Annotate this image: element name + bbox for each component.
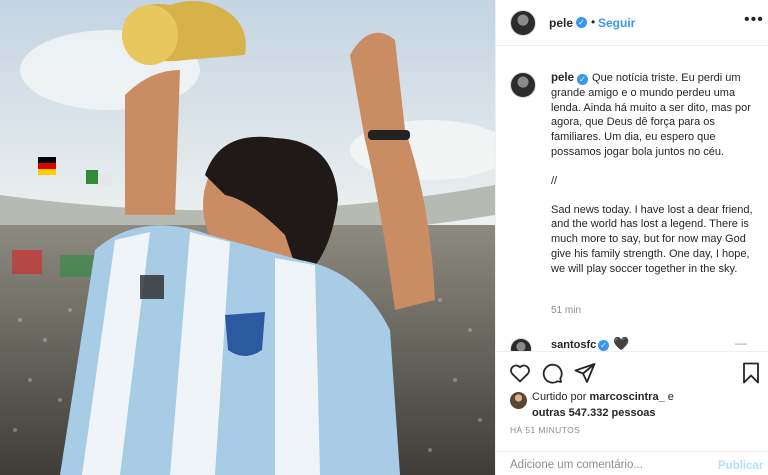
commenter-avatar[interactable] (510, 338, 532, 351)
post-timestamp[interactable]: HÁ 51 MINUTOS (510, 425, 580, 435)
comment-icon[interactable] (540, 361, 564, 385)
more-options-icon[interactable]: ••• (744, 11, 764, 29)
likes-count[interactable]: outras 547.332 pessoas (532, 407, 656, 419)
post-header: pele ✓ • Seguir ••• (496, 0, 768, 46)
post-photo[interactable] (0, 0, 495, 475)
verified-badge-icon: ✓ (576, 17, 587, 28)
bookmark-icon[interactable] (739, 361, 763, 385)
caption-separator: // (551, 174, 558, 187)
header-separator: • (591, 15, 596, 29)
add-comment-bar: Publicar (496, 451, 768, 475)
caption-username[interactable]: pele (551, 72, 574, 84)
caption-time: 51 min (551, 305, 582, 316)
comment-input[interactable] (510, 457, 700, 473)
post-side-panel: pele ✓ • Seguir ••• pele ✓ Que notícia tri… (495, 0, 768, 475)
comment-item: santosfc ✓ 🖤 — (496, 335, 768, 351)
heart-icon[interactable] (508, 361, 532, 385)
share-icon[interactable] (573, 361, 597, 385)
likes-line-2: outras 547.332 pessoas (532, 405, 656, 421)
post-photo-illustration (0, 0, 495, 475)
liker-avatar[interactable] (510, 392, 527, 409)
follow-button[interactable]: Seguir (598, 16, 635, 30)
likes-prefix: Curtido por (532, 391, 590, 403)
author-avatar[interactable] (510, 10, 536, 36)
comment-emoji: 🖤 (613, 336, 630, 351)
verified-badge-icon: ✓ (598, 340, 609, 351)
verified-badge-icon: ✓ (577, 74, 589, 85)
caption-paragraph-en: Sad news today. I have lost a dear frien… (551, 203, 753, 275)
likes-line-1: Curtido por marcoscintra_ e (532, 389, 674, 405)
post-caption: pele ✓ Que notícia triste. Eu perdi um gra… (496, 46, 768, 338)
commenter-username[interactable]: santosfc (551, 339, 596, 351)
liker-username[interactable]: marcoscintra_ (589, 391, 664, 403)
caption-text: pele ✓ Que notícia triste. Eu perdi um gra… (551, 71, 759, 277)
comment-reply-icon[interactable]: — (735, 336, 747, 350)
likes-conjunction: e (664, 391, 674, 403)
author-username[interactable]: pele (549, 16, 573, 30)
caption-author-avatar[interactable] (510, 72, 536, 98)
publish-button[interactable]: Publicar (718, 460, 763, 472)
